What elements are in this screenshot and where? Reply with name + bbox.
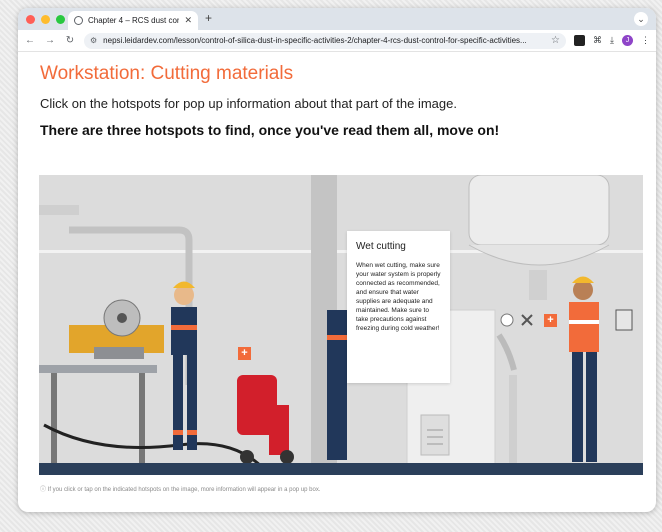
info-icon: ⓘ <box>40 487 48 493</box>
tab-title: Chapter 4 – RCS dust control <box>88 16 180 25</box>
caption-text: If you click or tap on the indicated hot… <box>47 487 321 493</box>
forward-arrow-icon[interactable]: → <box>44 35 56 46</box>
minimize-window-button[interactable] <box>41 14 50 24</box>
address-bar[interactable]: ⚙ nepsi.leidardev.com/lesson/control-of-… <box>84 32 567 49</box>
maximize-window-button[interactable] <box>56 14 65 24</box>
hotspot-instruction: There are three hotspots to find, once y… <box>40 122 500 138</box>
workstation-illustration: + + Wet cutting When wet cutting, make s… <box>39 175 643 475</box>
browser-tab[interactable]: Chapter 4 – RCS dust control ✕ <box>68 11 198 30</box>
browser-menu-icon[interactable]: ⋮ <box>641 35 650 46</box>
site-settings-icon[interactable]: ⚙ <box>90 36 97 45</box>
page-content: Workstation: Cutting materials Click on … <box>18 53 656 512</box>
tab-close-icon[interactable]: ✕ <box>184 15 192 26</box>
download-icon[interactable]: ⤓ <box>610 35 614 46</box>
hotspot-vacuum[interactable]: + <box>238 347 251 360</box>
extensions-puzzle-icon[interactable]: ⌘ <box>593 35 602 46</box>
tab-favicon-icon <box>74 16 83 25</box>
browser-toolbar: ← → ↻ ⚙ nepsi.leidardev.com/lesson/contr… <box>18 30 656 52</box>
new-tab-icon[interactable]: + <box>205 11 212 25</box>
popup-title: Wet cutting <box>356 241 406 252</box>
profile-avatar[interactable]: J <box>622 35 633 46</box>
bookmark-star-icon[interactable]: ☆ <box>551 35 560 46</box>
floor <box>39 463 643 475</box>
hotspot-popup: Wet cutting When wet cutting, make sure … <box>347 231 450 383</box>
window-controls <box>26 14 65 24</box>
back-arrow-icon[interactable]: ← <box>24 35 36 46</box>
tab-search-chevron-icon[interactable]: ⌄ <box>634 12 648 26</box>
hotspot-water-supply[interactable]: + <box>544 314 557 327</box>
browser-window: Chapter 4 – RCS dust control ✕ + ⌄ ← → ↻… <box>18 8 656 512</box>
hotspot-caption: ⓘ If you click or tap on the indicated h… <box>40 484 321 493</box>
popup-body: When wet cutting, make sure your water s… <box>356 262 441 332</box>
reload-icon[interactable]: ↻ <box>64 35 76 46</box>
tab-strip: Chapter 4 – RCS dust control ✕ + ⌄ <box>18 8 656 30</box>
close-window-button[interactable] <box>26 14 35 24</box>
url-text: nepsi.leidardev.com/lesson/control-of-si… <box>103 36 527 45</box>
instruction-text: Click on the hotspots for pop up informa… <box>40 96 457 111</box>
page-title: Workstation: Cutting materials <box>40 63 294 84</box>
extension-icon[interactable] <box>574 35 586 46</box>
